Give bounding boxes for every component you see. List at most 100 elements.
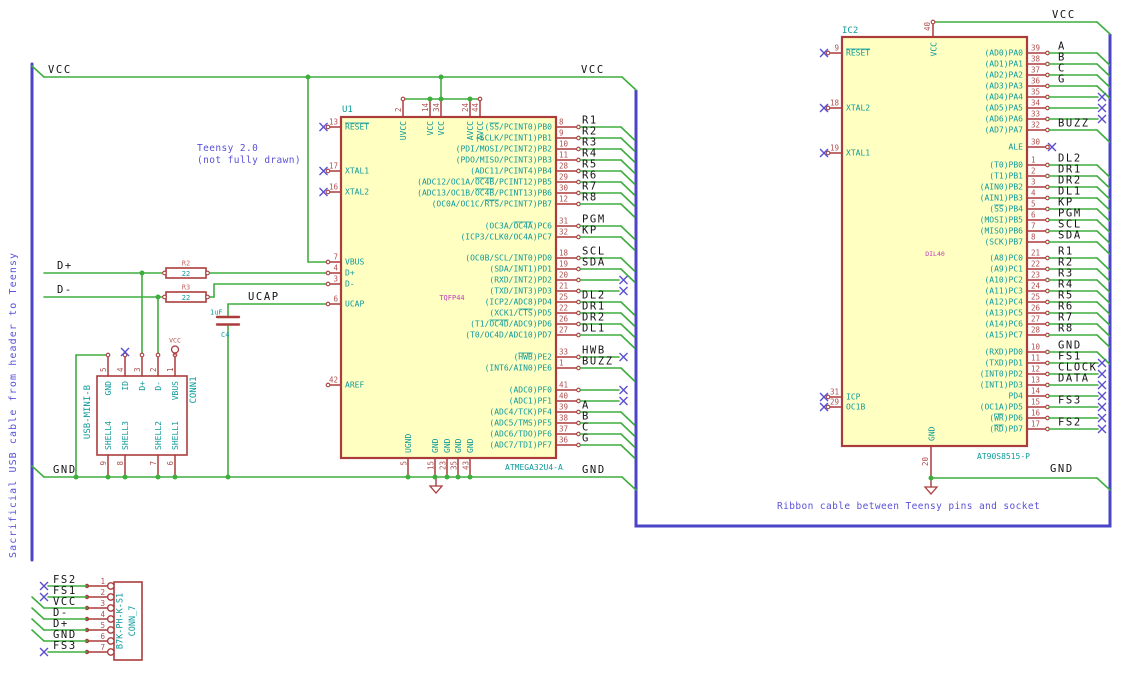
note-ribbon-cable: Ribbon cable between Teensy pins and soc… [777,501,1041,512]
bus-entry [620,148,636,163]
power-label: VCC [169,337,181,345]
junction-dot [155,474,161,480]
pin-number: 5 [100,621,105,630]
pin-name: VBUS [345,258,364,267]
pin-end [1045,144,1050,150]
pin-name: (A11)PC3 [984,287,1023,296]
bus-entry [1096,279,1111,293]
pin-name: (OC1A)PD5 [980,403,1024,412]
pin-number: 2 [394,107,403,112]
pin-name: (OC0B/SCL/INT0)PD0 [465,254,552,263]
pin-name: (A13)PC5 [984,309,1023,318]
bus-entry [620,203,636,218]
pin-number: 14 [1031,387,1041,396]
pin-number: 24 [1031,282,1041,291]
pin-name: GND [431,438,440,453]
pin-number: 30 [1031,138,1041,147]
component-reference: CONN1 [189,376,199,403]
bus-entry [1096,323,1111,337]
pin-name: UVCC [399,121,408,140]
component-value: AT90S8515-P [977,452,1030,461]
pin-number: 4 [116,367,125,372]
pin-name: (T0/OC4D/ADC10)PD7 [465,331,552,340]
bus-entry [1096,241,1111,255]
pin-number: 12 [1031,365,1040,374]
component-reference: U1 [342,105,353,115]
component-reference: CONN_7 [128,606,138,637]
pin-number: 6 [166,461,175,466]
pin-name: (ADC11/PCINT4)PB4 [470,167,552,176]
pin-circle [106,593,115,601]
gnd-symbol [428,485,444,494]
bus-entry [1096,334,1111,348]
pin-number: 14 [421,102,430,112]
pin-name: (ADC13/OC1B/OC4B/PCINT13)PB6 [417,189,552,198]
junction-dot [155,294,161,300]
pin-name: ID [121,381,130,391]
pin-name: (AD4)PA4 [984,93,1023,102]
junction-dot [105,474,111,480]
pin-name: AVCC [466,121,475,140]
bus-entry [1096,175,1111,189]
pin-name: ALE [1009,143,1024,152]
pin-name: (SDA/INT1)PD1 [489,265,552,274]
pin-name: (ADC5/TMS)PF5 [489,419,552,428]
pin-end [162,270,167,276]
net-label: FS3 [53,640,77,652]
pin-name: (AD0)PA0 [984,49,1023,58]
pin-name: (SS)PB4 [989,205,1023,214]
pin-number: 10 [559,140,569,149]
pin-number: 20 [921,457,930,467]
pin-name: GND [928,426,937,441]
pin-number: 22 [1031,260,1040,269]
pin-name: (AD3)PA3 [984,82,1023,91]
pin-number: 41 [559,381,568,390]
junction-dot [172,474,178,480]
bus-entry [1096,129,1111,143]
pin-name: (MOSI)PB5 [980,216,1024,225]
schematic-sheet: (SS/PCINT0)PB0 8 R1 (SCLK/PCINT1)PB1 9 R2 (PDI… [0,0,1131,690]
pin-name: (XCK1/CTS)PD5 [489,309,552,318]
bus-entry [1096,268,1111,282]
pin-number: 16 [329,183,339,192]
pin-name: (AIN1)PB3 [980,194,1024,203]
junction-dot [122,474,128,480]
pin-number: 3 [333,275,338,284]
pin-number: 23 [439,461,448,470]
pin-number: 37 [1031,66,1040,75]
pin-number: 18 [559,249,569,258]
bus-entry [620,367,636,382]
bus-entry [1096,63,1111,77]
pin-name: (MISO)PB6 [980,227,1024,236]
bus-entry [620,126,636,141]
pin-name: (OC3A/OC4A)PC6 [485,222,553,231]
bus-entry [620,257,636,272]
pin-end [325,259,331,265]
pin-name: D- [345,280,355,289]
pin-name: VBUS [171,381,180,400]
pin-name: VCC [930,42,939,57]
pin-number: 1 [559,359,564,368]
net-label: G [582,433,590,445]
pin-number: 26 [559,315,569,324]
pin-name: XTAL1 [846,149,870,158]
pin-name: UGND [404,434,413,453]
pin-number: 17 [1031,420,1040,429]
bus-entry [1096,74,1111,88]
pin-number: 32 [559,228,568,237]
pin-number: 5 [99,367,108,372]
pin-name: (AD6)PA6 [984,115,1023,124]
component-reference: R2 [182,260,190,268]
net-label: DATA [1058,373,1090,385]
component-reference: C4 [221,331,229,339]
pin-name: (OC0A/OC1C/RTS/PCINT7)PB7 [432,200,553,209]
pin-name: RESET [345,123,369,132]
pin-number: 39 [559,403,568,412]
pin-name: SHELL4 [104,421,113,450]
pin-number: 15 [1031,398,1040,407]
junction-dot [225,474,231,480]
note-teensy-line2: (not fully drawn) [197,155,302,166]
bus-entry [620,301,636,316]
pin-circle [106,582,115,590]
net-label: SDA [582,257,606,269]
